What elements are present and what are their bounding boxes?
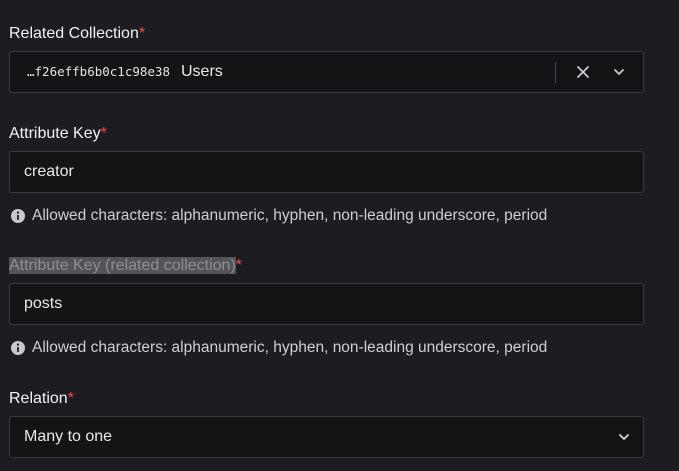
close-icon: [577, 66, 589, 78]
relation-dropdown-button[interactable]: [612, 417, 636, 457]
related-attribute-key-hint: Allowed characters: alphanumeric, hyphen…: [10, 338, 547, 358]
relation-label-text: Relation: [9, 390, 68, 407]
attribute-key-label: Attribute Key*: [9, 124, 107, 144]
collection-id: …f26effb6b0c1c98e38: [27, 64, 170, 79]
info-icon: [11, 341, 25, 355]
required-asterisk: *: [235, 257, 243, 274]
related-attribute-key-hint-text: Allowed characters: alphanumeric, hyphen…: [32, 339, 548, 356]
related-collection-label-text: Related Collection: [9, 25, 139, 42]
info-icon: [11, 209, 25, 223]
attribute-key-label-text: Attribute Key: [9, 125, 101, 142]
chevron-down-icon: [614, 69, 624, 75]
attribute-key-value: creator: [24, 163, 74, 180]
relation-value: Many to one: [24, 428, 113, 445]
related-attribute-key-input[interactable]: posts: [9, 283, 644, 325]
required-asterisk: *: [138, 25, 146, 42]
relationship-attribute-form: Related Collection* …f26effb6b0c1c98e38 U…: [0, 0, 679, 471]
related-collection-dropdown-button[interactable]: [607, 52, 631, 92]
collection-name: Users: [181, 63, 223, 80]
clear-selection-button[interactable]: [571, 52, 595, 92]
attribute-key-input[interactable]: creator: [9, 151, 644, 193]
related-collection-label: Related Collection*: [9, 24, 145, 44]
related-attribute-key-label: Attribute Key (related collection)*: [9, 256, 242, 276]
relation-label: Relation*: [9, 389, 74, 409]
related-collection-selected: …f26effb6b0c1c98e38 Users: [27, 52, 223, 92]
select-divider: [555, 62, 556, 83]
relation-select[interactable]: Many to one: [9, 416, 644, 458]
related-attribute-key-value: posts: [24, 295, 63, 312]
related-attribute-key-label-text: Attribute Key (related collection): [9, 257, 236, 274]
required-asterisk: *: [67, 390, 74, 407]
attribute-key-hint: Allowed characters: alphanumeric, hyphen…: [10, 206, 547, 226]
chevron-down-icon: [619, 434, 629, 440]
related-collection-select[interactable]: …f26effb6b0c1c98e38 Users: [9, 51, 644, 93]
required-asterisk: *: [100, 125, 107, 142]
attribute-key-hint-text: Allowed characters: alphanumeric, hyphen…: [32, 207, 548, 224]
